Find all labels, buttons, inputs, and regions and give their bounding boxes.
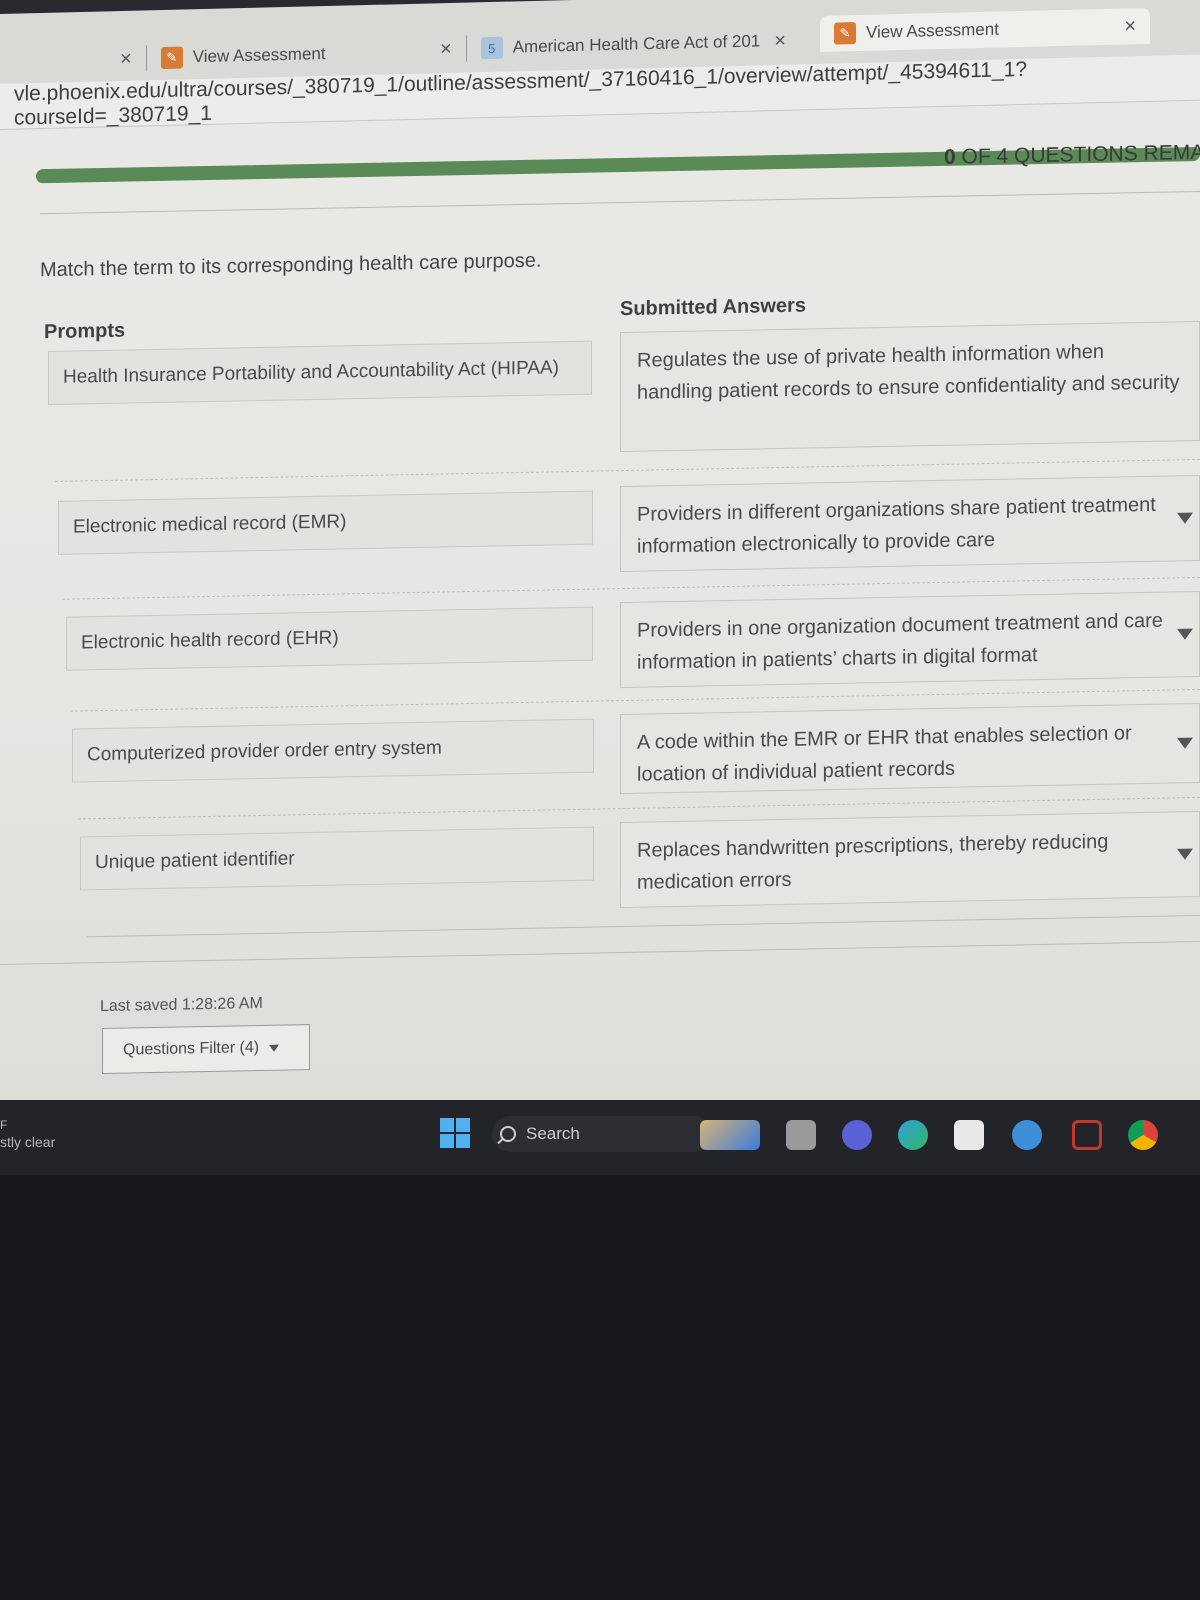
edge-icon[interactable] [898, 1120, 928, 1150]
tab-view-assessment-1[interactable]: × ✎ View Assessment [120, 36, 326, 77]
filter-label: Questions Filter (4) [123, 1039, 260, 1059]
tab-american-health-care-act[interactable]: × 5 American Health Care Act of 201 × [440, 23, 786, 67]
taskbar-search[interactable]: Search [492, 1116, 712, 1152]
prompt-item: Electronic medical record (EMR) [58, 490, 593, 555]
prompt-item: Computerized provider order entry system [72, 718, 594, 783]
divider [86, 914, 1200, 938]
pencil-icon: ✎ [834, 22, 856, 45]
weather-temp: F [0, 1118, 8, 1132]
laptop-body [0, 1175, 1200, 1600]
weather-text: stly clear [0, 1134, 56, 1150]
prompt-label: Electronic health record (EHR) [81, 627, 339, 654]
help-icon[interactable] [1012, 1120, 1042, 1150]
prompt-label: Unique patient identifier [95, 848, 295, 874]
divider [0, 940, 1200, 965]
questions-filter-button[interactable]: Questions Filter (4) [102, 1024, 310, 1075]
answer-dropdown[interactable]: Providers in one organization document t… [620, 590, 1200, 689]
close-icon[interactable]: × [440, 37, 452, 60]
chevron-down-icon[interactable] [1177, 628, 1193, 640]
answer-text: Regulates the use of private health info… [637, 340, 1180, 404]
search-label: Search [526, 1124, 580, 1143]
tab-separator [465, 35, 467, 62]
task-view-icon[interactable] [786, 1120, 816, 1150]
zoom-icon[interactable] [842, 1120, 872, 1150]
answers-heading: Submitted Answers [620, 294, 806, 321]
prompt-label: Computerized provider order entry system [87, 737, 442, 766]
mcafee-icon[interactable] [1072, 1120, 1102, 1150]
chevron-down-icon[interactable] [1177, 512, 1193, 524]
prompt-label: Health Insurance Portability and Account… [63, 357, 560, 388]
weather-widget[interactable]: F stly clear [0, 1118, 55, 1150]
assessment-page: 0 OF 4 QUESTIONS REMAI Match the term to… [0, 107, 1200, 1125]
answer-text: A code within the EMR or EHR that enable… [637, 722, 1132, 786]
answer-dropdown[interactable]: Providers in different organizations sha… [620, 474, 1200, 573]
chevron-down-icon[interactable] [1177, 737, 1193, 749]
question-text: Match the term to its corresponding heal… [40, 249, 542, 282]
answer-dropdown[interactable]: Replaces handwritten prescriptions, ther… [620, 810, 1200, 909]
chevron-down-icon[interactable] [1177, 848, 1193, 860]
windows-start-icon[interactable] [440, 1118, 470, 1148]
remaining-label: OF 4 QUESTIONS REMAI [955, 140, 1200, 169]
close-icon[interactable]: × [1124, 15, 1136, 38]
answer-text: Providers in different organizations sha… [637, 493, 1156, 558]
divider [40, 190, 1200, 215]
widgets-icon[interactable] [700, 1120, 760, 1150]
answer-text: Providers in one organization document t… [637, 609, 1163, 674]
tab-label: View Assessment [192, 44, 326, 67]
prompt-label: Electronic medical record (EMR) [73, 511, 347, 538]
ahc-icon: 5 [480, 36, 503, 60]
store-icon[interactable] [954, 1120, 984, 1150]
close-icon[interactable]: × [120, 47, 132, 70]
prompt-item: Health Insurance Portability and Account… [48, 340, 592, 406]
remaining-count: 0 [944, 145, 956, 169]
last-saved-status: Last saved 1:28:26 AM [100, 994, 263, 1016]
answer-text: Replaces handwritten prescriptions, ther… [637, 830, 1109, 894]
tab-view-assessment-active[interactable]: ✎ View Assessment × [820, 7, 1150, 52]
answer-dropdown[interactable]: A code within the EMR or EHR that enable… [620, 702, 1200, 795]
tab-label: View Assessment [866, 19, 999, 42]
pencil-icon: ✎ [160, 46, 183, 70]
answer-dropdown[interactable]: Regulates the use of private health info… [620, 320, 1200, 453]
tab-separator [145, 45, 147, 72]
chevron-down-icon [269, 1044, 280, 1052]
prompt-item: Electronic health record (EHR) [66, 606, 593, 671]
prompt-item: Unique patient identifier [80, 826, 594, 891]
tab-label: American Health Care Act of 201 [512, 31, 761, 57]
search-icon [500, 1126, 516, 1142]
prompts-heading: Prompts [44, 319, 126, 344]
questions-remaining: 0 OF 4 QUESTIONS REMAI [944, 141, 1200, 170]
close-icon[interactable]: × [774, 29, 786, 52]
chrome-icon[interactable] [1128, 1120, 1158, 1150]
